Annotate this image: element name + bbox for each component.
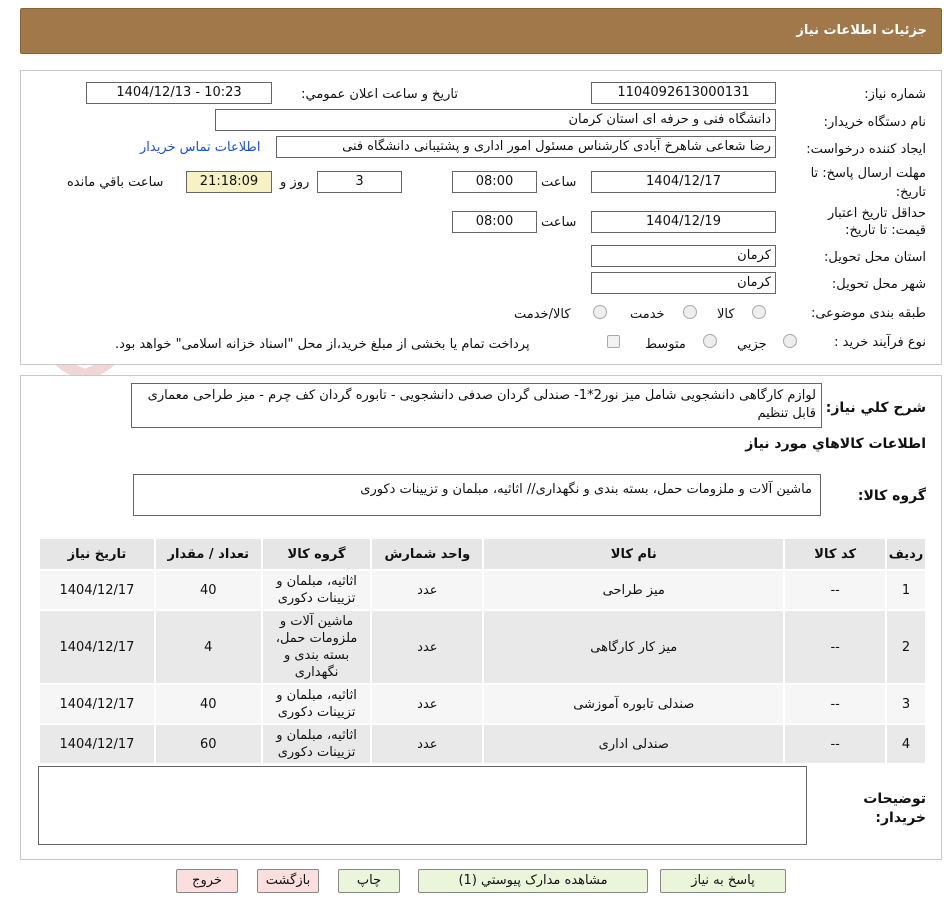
row-name: صندلی اداری [482,723,786,765]
row-name: صندلی تابوره آموزشی [482,683,786,725]
category-service-label: خدمت [630,307,665,322]
category-both-label: کالا/خدمت [514,307,571,322]
purchase-minor-radio[interactable] [783,334,797,348]
page-header: جزئیات اطلاعات نیاز [20,8,942,54]
row-unit: عدد [370,723,485,765]
contact-buyer-link[interactable]: اطلاعات تماس خریدار [140,140,260,155]
need-number-field: 1104092613000131 [591,82,776,104]
province-field: کرمان [591,245,776,267]
row-index: 3 [885,683,927,725]
back-button[interactable]: بازگشت [257,869,319,893]
col-date-header: تاریخ نیاز [38,537,156,571]
remaining-time-field: 21:18:09 [186,171,272,193]
description-textarea[interactable]: لوازم کارگاهی دانشجویی شامل میز نور2*1- … [131,383,822,428]
table-header-row: رديف کد کالا نام کالا واحد شمارش گروه کا… [38,537,927,571]
purchase-medium-radio[interactable] [703,334,717,348]
validity-date-field: 1404/12/19 [591,211,776,233]
payment-note: پرداخت تمام یا بخشی از مبلغ خرید،از محل … [115,337,530,352]
purchase-minor-label: جزیي [737,337,767,352]
table-row: 4 -- صندلی اداری عدد اثاثیه، مبلمان و تز… [38,723,927,765]
buyer-org-field: دانشگاه فنی و حرفه ای استان کرمان [215,109,776,131]
row-qty: 40 [153,569,263,611]
row-qty: 60 [153,723,263,765]
col-row-header: رديف [885,537,927,571]
col-qty-header: تعداد / مقدار [153,537,263,571]
row-name: میز کار کارگاهی [482,609,786,685]
row-unit: عدد [370,609,485,685]
description-label: شرح کلي نياز: [825,400,926,416]
row-index: 2 [885,609,927,685]
validity-time-label: ساعت [541,215,577,230]
attachments-button[interactable]: مشاهده مدارک پیوستي (1) [418,869,648,893]
row-date: 1404/12/17 [38,683,156,725]
row-group: اثاثیه، مبلمان و تزیینات دکوری [260,683,373,725]
row-date: 1404/12/17 [38,569,156,611]
col-group-header: گروه کالا [260,537,373,571]
goods-section-title: اطلاعات کالاهاي مورد نياز [745,436,926,452]
deadline-label: مهلت ارسال پاسخ: تا تاریخ: [810,166,926,200]
row-date: 1404/12/17 [38,723,156,765]
row-group: اثاثیه، مبلمان و تزیینات دکوری [260,569,373,611]
buyer-notes-textarea[interactable] [38,766,807,845]
creator-field: رضا شعاعی شاهرخ آبادی کارشناس مسئول امور… [276,136,776,158]
category-goods-label: کالا [717,307,735,322]
col-name-header: نام کالا [482,537,786,571]
row-unit: عدد [370,683,485,725]
col-code-header: کد کالا [783,537,888,571]
announce-label: تاریخ و ساعت اعلان عمومي: [301,87,458,102]
row-index: 4 [885,723,927,765]
print-button[interactable]: چاپ [338,869,400,893]
table-row: 3 -- صندلی تابوره آموزشی عدد اثاثیه، مبل… [38,683,927,725]
row-qty: 4 [153,609,263,685]
days-field: 3 [317,171,402,193]
remaining-label: ساعت باقي مانده [67,175,164,190]
category-label: طبقه بندی موضوعی: [810,306,926,321]
row-unit: عدد [370,569,485,611]
announce-field: 1404/12/13 - 10:23 [86,82,272,104]
table-row: 1 -- میز طراحی عدد اثاثیه، مبلمان و تزیی… [38,569,927,611]
validity-time-field: 08:00 [452,211,537,233]
row-code: -- [783,723,888,765]
deadline-time-field: 08:00 [452,171,537,193]
city-label: شهر محل تحویل: [831,277,926,292]
goods-group-label: گروه کالا: [857,488,926,504]
row-code: -- [783,609,888,685]
days-label: روز و [280,175,310,190]
col-unit-header: واحد شمارش [370,537,485,571]
table-row: 2 -- میز کار کارگاهی عدد ماشین آلات و مل… [38,609,927,685]
page-title: جزئیات اطلاعات نیاز [796,23,927,38]
buyer-org-label: نام دستگاه خریدار: [823,115,926,130]
row-code: -- [783,569,888,611]
exit-button[interactable]: خروج [176,869,238,893]
row-index: 1 [885,569,927,611]
purchase-medium-label: متوسط [645,337,686,352]
row-qty: 40 [153,683,263,725]
goods-table: رديف کد کالا نام کالا واحد شمارش گروه کا… [38,537,927,765]
province-label: استان محل تحویل: [824,250,926,265]
deadline-time-label: ساعت [541,175,577,190]
row-name: میز طراحی [482,569,786,611]
creator-label: ایجاد کننده درخواست: [806,142,926,157]
row-group: ماشین آلات و ملزومات حمل، بسته بندی و نگ… [260,609,373,685]
purchase-type-label: نوع فرآیند خرید : [834,335,926,350]
row-date: 1404/12/17 [38,609,156,685]
need-number-label: شماره نیاز: [864,87,926,102]
goods-group-textarea[interactable]: ماشین آلات و ملزومات حمل، بسته بندی و نگ… [133,474,821,516]
category-goods-radio[interactable] [752,305,766,319]
deadline-date-field: 1404/12/17 [591,171,776,193]
buyer-notes-label: توضیحات خریدار: [863,791,926,826]
category-service-radio[interactable] [683,305,697,319]
category-both-radio[interactable] [593,305,607,319]
row-code: -- [783,683,888,725]
validity-label: حداقل تاریخ اعتبار قیمت: تا تاریخ: [827,206,926,238]
treasury-payment-checkbox[interactable] [607,335,620,348]
row-group: اثاثیه، مبلمان و تزیینات دکوری [260,723,373,765]
reply-button[interactable]: پاسخ به نیاز [660,869,786,893]
city-field: کرمان [591,272,776,294]
